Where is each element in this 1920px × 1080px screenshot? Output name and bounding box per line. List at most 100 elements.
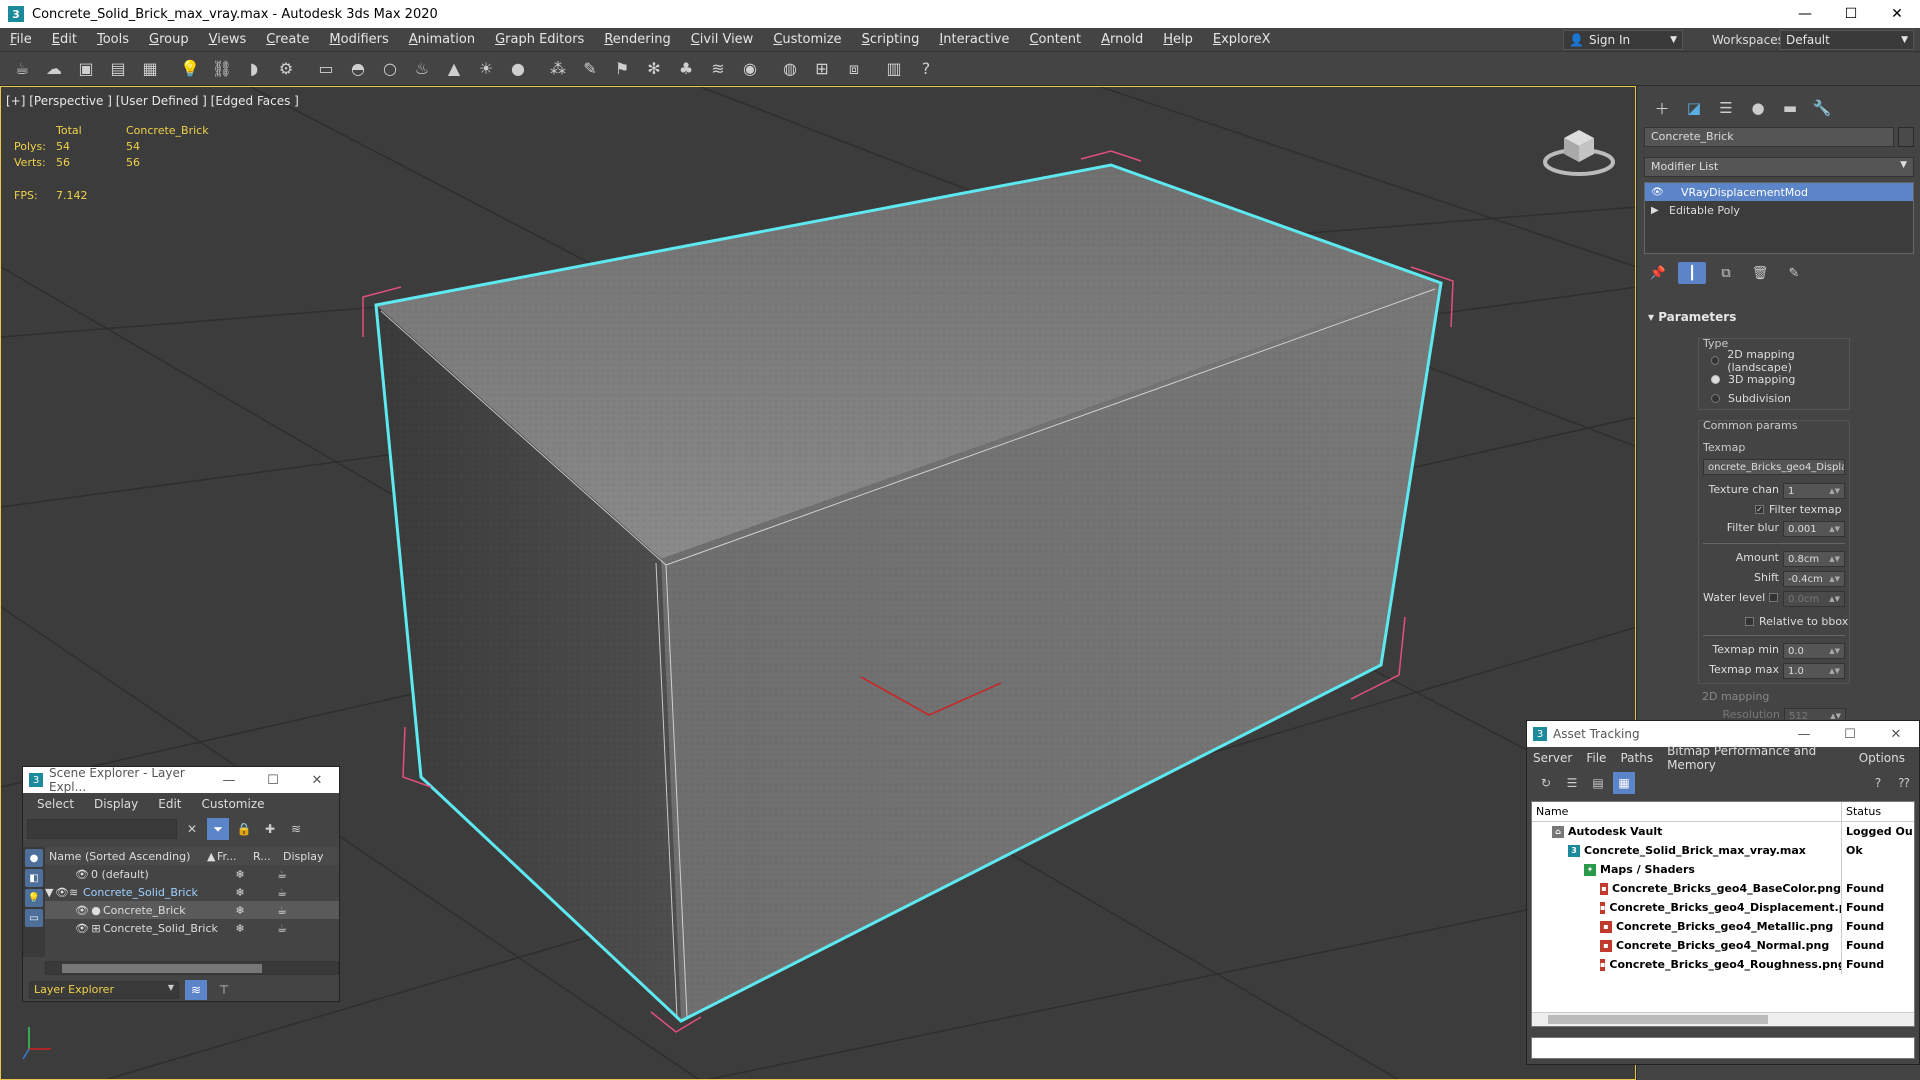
table-view-icon[interactable]: ▦ (1613, 772, 1635, 794)
menu-modifiers[interactable]: Modifiers (319, 32, 398, 47)
col-freeze[interactable]: Fr... (217, 850, 253, 863)
display-geometry-icon[interactable]: ◧ (25, 869, 43, 887)
stack-item-vray-displacement[interactable]: 👁 VRayDisplacementMod (1645, 183, 1913, 201)
asset-row[interactable]: 3 Concrete_Solid_Brick_max_vray.max Ok (1532, 841, 1914, 860)
render-teapot-icon[interactable]: ☕ (265, 922, 299, 935)
sphere-icon[interactable]: ○ (376, 55, 404, 83)
close-button[interactable]: ✕ (1874, 0, 1920, 28)
freeze-icon[interactable]: ❄ (215, 904, 265, 917)
asset-table-scrollbar[interactable] (1532, 1012, 1914, 1026)
hierarchy-icon[interactable]: ⊤ (213, 980, 235, 1000)
open-icon[interactable]: ☁ (40, 55, 68, 83)
menu-content[interactable]: Content (1019, 32, 1091, 47)
minimize-button[interactable]: — (207, 773, 251, 788)
help-icon[interactable]: ? (1867, 772, 1889, 794)
link-icon[interactable]: ⛓ (208, 55, 236, 83)
eye-icon[interactable]: 👁 (75, 868, 89, 881)
menu-select[interactable]: Select (37, 797, 74, 811)
tree-row-default-layer[interactable]: 👁 0 (default) ❄ ☕ (45, 865, 339, 883)
scene-search-input[interactable] (27, 819, 177, 839)
show-end-result-icon[interactable]: ┃ (1678, 262, 1706, 284)
teapot-prim-icon[interactable]: ♨ (408, 55, 436, 83)
menu-animation[interactable]: Animation (399, 32, 485, 47)
col-render[interactable]: R... (253, 850, 283, 863)
texmap-min-spinner[interactable]: 0.0 ▲▼ (1783, 643, 1845, 659)
parameters-rollout-header[interactable]: ▾ Parameters (1648, 310, 1736, 324)
menu-create[interactable]: Create (256, 32, 319, 47)
menu-interactive[interactable]: Interactive (929, 32, 1019, 47)
explorer-type-dropdown[interactable]: Layer Explorer ▼ (29, 981, 179, 999)
light-icon[interactable]: 💡 (176, 55, 204, 83)
create-tab-icon[interactable]: ＋ (1646, 96, 1678, 120)
menu-group[interactable]: Group (139, 32, 199, 47)
filter-blur-spinner[interactable]: 0.001 ▲▼ (1783, 521, 1845, 537)
workspace-dropdown[interactable]: Default ▼ (1780, 30, 1914, 50)
col-status[interactable]: Status (1842, 805, 1881, 818)
cloud-render-icon[interactable]: ⧈ (840, 55, 868, 83)
water-level-checkbox[interactable] (1769, 593, 1783, 602)
menu-customize[interactable]: Customize (763, 32, 851, 47)
menu-help[interactable]: Help (1153, 32, 1203, 47)
texmap-button[interactable]: oncrete_Bricks_geo4_Displace (1703, 459, 1845, 475)
freeze-icon[interactable]: ❄ (215, 868, 265, 881)
clear-search-icon[interactable]: ✕ (181, 818, 203, 840)
mesh-icon[interactable]: ✎ (576, 55, 604, 83)
proxy-icon[interactable]: ⚑ (608, 55, 636, 83)
minimize-button[interactable]: — (1782, 0, 1828, 28)
maximize-button[interactable]: ☐ (1827, 727, 1873, 742)
texmap-max-spinner[interactable]: 1.0 ▲▼ (1783, 663, 1845, 679)
plane-icon[interactable]: ▭ (312, 55, 340, 83)
expand-icon[interactable]: ▶ (1651, 205, 1669, 216)
scrollbar-thumb[interactable] (62, 964, 262, 973)
asset-row[interactable]: ▪ Concrete_Bricks_geo4_Displacement.png Fo… (1532, 898, 1914, 917)
dome-icon[interactable]: ◓ (344, 55, 372, 83)
freeze-icon[interactable]: ❄ (215, 886, 265, 899)
asset-row[interactable]: ▪ Concrete_Bricks_geo4_Roughness.png Found (1532, 955, 1914, 974)
display-objects-icon[interactable]: ● (25, 849, 43, 867)
modifier-list-dropdown[interactable]: Modifier List ▼ (1644, 157, 1914, 177)
layer-explorer-icon[interactable]: ≋ (185, 980, 207, 1000)
object-color-swatch[interactable] (1898, 127, 1914, 147)
asset-row[interactable]: ▪ Concrete_Bricks_geo4_BaseColor.png Found (1532, 879, 1914, 898)
menu-arnold[interactable]: Arnold (1091, 32, 1153, 47)
menu-options[interactable]: Options (1859, 751, 1905, 765)
cone-icon[interactable]: ▲ (440, 55, 468, 83)
layers-icon[interactable]: ≋ (285, 818, 307, 840)
frame-buffer-icon[interactable]: ⊞ (808, 55, 836, 83)
add-layer-icon[interactable]: ✚ (259, 818, 281, 840)
menu-edit[interactable]: Edit (158, 797, 181, 811)
grid-icon[interactable]: ▦ (136, 55, 164, 83)
delete-modifier-icon[interactable]: 🗑 (1746, 262, 1774, 284)
eye-icon[interactable]: 👁 (45, 904, 89, 917)
viewport-label[interactable]: [+] [Perspective ] [User Defined ] [Edge… (6, 94, 299, 108)
radio-2d-mapping[interactable]: 2D mapping (landscape) (1711, 348, 1849, 374)
asset-row[interactable]: ✦ Maps / Shaders (1532, 860, 1914, 879)
list-view-icon[interactable]: ☰ (1561, 772, 1583, 794)
thumbnail-view-icon[interactable]: ▤ (1587, 772, 1609, 794)
scrollbar-thumb[interactable] (1548, 1015, 1768, 1024)
eye-icon[interactable]: 👁 (45, 922, 89, 935)
maximize-button[interactable]: ☐ (1828, 0, 1874, 28)
sign-in-dropdown[interactable]: 👤 Sign In ▼ (1563, 30, 1683, 50)
freeze-icon[interactable]: ❄ (215, 922, 265, 935)
utilities-tab-icon[interactable]: 🔧 (1806, 96, 1838, 120)
menu-server[interactable]: Server (1533, 751, 1572, 765)
amount-spinner[interactable]: 0.8cm ▲▼ (1783, 551, 1845, 567)
fur-icon[interactable]: ⁂ (544, 55, 572, 83)
bind-icon[interactable]: ⚙ (272, 55, 300, 83)
col-display[interactable]: Display (283, 850, 324, 863)
water-level-spinner[interactable]: 0.0cm ▲▼ (1783, 591, 1845, 607)
menu-file[interactable]: File (1586, 751, 1606, 765)
menu-scripting[interactable]: Scripting (852, 32, 930, 47)
eye-icon[interactable]: 👁 (1651, 187, 1669, 198)
hierarchy-tab-icon[interactable]: ☰ (1710, 96, 1742, 120)
settings-icon[interactable]: ▥ (880, 55, 908, 83)
sun-icon[interactable]: ☀ (472, 55, 500, 83)
teapot-icon[interactable]: ☕ (8, 55, 36, 83)
render-sphere-icon[interactable]: ◍ (776, 55, 804, 83)
menu-explorex[interactable]: ExploreX (1203, 32, 1281, 47)
maximize-button[interactable]: ☐ (251, 773, 295, 788)
tree-row-concrete-solid-brick-layer[interactable]: ▼ 👁 ≋ Concrete_Solid_Brick ❄ ☕ (45, 883, 339, 901)
render-teapot-icon[interactable]: ☕ (265, 886, 299, 899)
stack-item-editable-poly[interactable]: ▶ Editable Poly (1645, 201, 1913, 219)
